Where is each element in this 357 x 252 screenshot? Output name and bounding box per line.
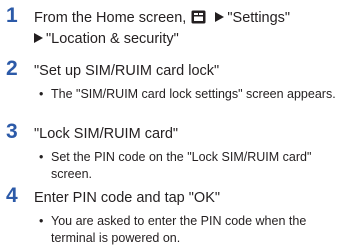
step-number: 2 (6, 57, 18, 80)
bullet-dot: • (39, 150, 44, 164)
step-number: 1 (6, 4, 18, 27)
step-instruction: "Lock SIM/RUIM card" (34, 126, 179, 142)
note-text: Set the PIN code on the "Lock SIM/RUIM c… (51, 150, 312, 181)
step-instruction: Enter PIN code and tap "OK" (34, 190, 221, 206)
note-text: The "SIM/RUIM card lock settings" screen… (51, 87, 336, 101)
step-instruction: From the Home screen, "Settings" "Locati… (34, 8, 352, 50)
step-3-note: • Set the PIN code on the "Lock SIM/RUIM… (39, 149, 352, 183)
bullet-dot: • (39, 87, 44, 101)
step-1-prefix: From the Home screen, (34, 10, 187, 26)
arrow-right-icon (215, 12, 225, 22)
step-instruction: "Set up SIM/RUIM card lock" (34, 63, 220, 79)
instruction-manual: 1 From the Home screen, "Settings" "Loca… (0, 0, 357, 252)
step-number: 4 (6, 184, 18, 207)
step-4-note: • You are asked to enter the PIN code wh… (39, 213, 352, 247)
step-2-note: • The "SIM/RUIM card lock settings" scre… (39, 86, 352, 103)
step-1-settings-item: "Settings" (227, 10, 291, 26)
step-1-location-item: "Location & security" (46, 31, 179, 47)
step-number: 3 (6, 120, 18, 143)
menu-key-icon (191, 10, 206, 24)
bullet-dot: • (39, 214, 44, 228)
arrow-right-icon (34, 33, 43, 43)
note-text: You are asked to enter the PIN code when… (51, 214, 307, 245)
